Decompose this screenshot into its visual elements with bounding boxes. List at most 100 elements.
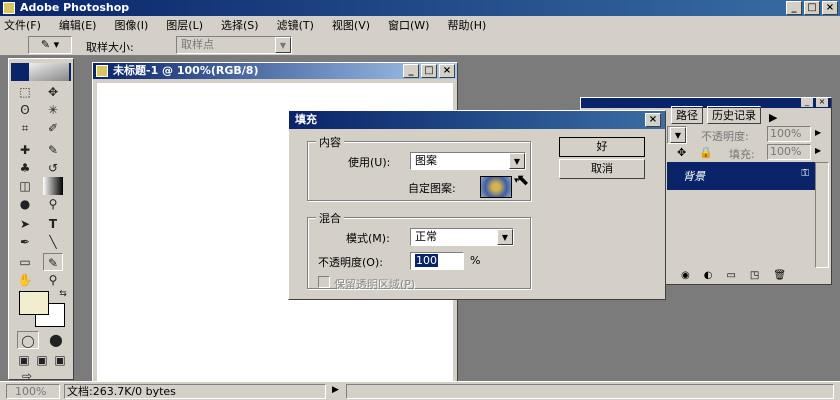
status-info-area — [346, 384, 834, 399]
new-layer-icon[interactable]: ◳ — [750, 270, 759, 284]
type-tool-icon[interactable]: T — [43, 215, 63, 233]
contents-group-label: 内容 — [316, 134, 344, 150]
tool-preset-picker[interactable]: ✎ ▾ — [28, 36, 72, 54]
menu-edit[interactable]: 编辑(E) — [59, 17, 97, 33]
doc-close-button[interactable]: × — [439, 64, 455, 78]
doc-maximize-button[interactable]: □ — [421, 64, 437, 78]
toolbox: ⬚ ✥ ʘ ✳ ⌗ ✐ ✚ ✎ ♣ ↺ ◫ ● ⚲ ➤ T ✒ ╲ ▭ ✎ ✋ … — [8, 58, 74, 383]
opacity-unit: % — [470, 254, 481, 267]
slice-tool-icon[interactable]: ✐ — [43, 119, 63, 137]
ok-button[interactable]: 好 — [559, 137, 645, 157]
menu-window[interactable]: 窗口(W) — [388, 17, 429, 33]
document-info: 文档:263.7K/0 bytes — [64, 384, 326, 399]
doc-minimize-button[interactable]: _ — [403, 64, 419, 78]
menu-filter[interactable]: 滤镜(T) — [277, 17, 314, 33]
menu-help[interactable]: 帮助(H) — [447, 17, 486, 33]
standard-mode-icon[interactable]: ◯ — [17, 331, 39, 349]
eyedropper-tool-icon[interactable]: ✎ — [43, 253, 63, 271]
menu-layer[interactable]: 图层(L) — [166, 17, 203, 33]
gradient-tool-icon[interactable] — [43, 177, 63, 195]
layer-opacity-label: 不透明度: — [701, 130, 749, 143]
healing-brush-tool-icon[interactable]: ✚ — [15, 141, 35, 159]
hand-tool-icon[interactable]: ✋ — [15, 271, 35, 289]
cancel-button[interactable]: 取消 — [559, 159, 645, 179]
magic-wand-tool-icon[interactable]: ✳ — [43, 101, 63, 119]
brush-tool-icon[interactable]: ✎ — [43, 141, 63, 159]
use-value: 图案 — [415, 154, 437, 167]
lock-all-icon[interactable]: 🔒 — [699, 146, 713, 159]
layers-footer: ◉ ◐ ▭ ◳ 🗑 — [667, 270, 829, 284]
chevron-down-icon: ▾ — [53, 38, 60, 51]
opacity-label: 不透明度(O): — [318, 256, 383, 269]
use-select[interactable]: 图案 ▼ — [410, 152, 526, 170]
blur-tool-icon[interactable]: ● — [15, 195, 35, 213]
eyedropper-icon: ✎ — [40, 38, 51, 51]
layer-lock-icon: ⚿ — [801, 168, 809, 179]
move-tool-icon[interactable]: ✥ — [43, 83, 63, 101]
chevron-right-icon: ▶ — [815, 146, 822, 155]
minimize-button[interactable]: _ — [786, 1, 802, 15]
custom-pattern-label: 自定图案: — [408, 182, 456, 195]
foreground-color-swatch-top[interactable] — [19, 291, 49, 315]
history-brush-tool-icon[interactable]: ↺ — [43, 159, 63, 177]
marquee-tool-icon[interactable]: ⬚ — [15, 83, 35, 101]
opacity-input-value: 100 — [415, 254, 438, 267]
tab-history[interactable]: 历史记录 — [707, 106, 761, 124]
menu-file[interactable]: 文件(F) — [4, 17, 41, 33]
chevron-down-icon: ▼ — [497, 229, 513, 245]
layer-fill-value[interactable]: 100% — [767, 144, 811, 160]
stamp-tool-icon[interactable]: ♣ — [15, 159, 35, 177]
zoom-level[interactable]: 100% — [6, 384, 60, 399]
notes-tool-icon[interactable]: ▭ — [15, 253, 35, 271]
delete-layer-icon[interactable]: 🗑 — [773, 270, 786, 284]
photoshop-icon — [3, 2, 15, 14]
screen-mode-full-icon[interactable]: ▣ — [51, 351, 69, 369]
layer-opacity-value[interactable]: 100% — [767, 126, 811, 142]
layers-palette-titlebar: _ × — [581, 98, 831, 108]
mouse-cursor-icon: ⬉ — [516, 170, 530, 189]
layer-fill-label: 填充: — [729, 148, 755, 161]
status-menu-arrow-icon[interactable]: ▶ — [332, 385, 339, 395]
preserve-transparency-label: 保留透明区域(P) — [334, 278, 416, 291]
quick-mask-mode-icon[interactable]: ⬤ — [45, 331, 67, 349]
layer-mask-icon[interactable]: ◐ — [704, 270, 713, 284]
document-icon — [96, 65, 108, 77]
pen-tool-icon[interactable]: ✒ — [15, 233, 35, 251]
palette-minimize-button[interactable]: _ — [801, 98, 813, 107]
layers-scrollbar[interactable] — [815, 162, 829, 268]
pattern-swatch[interactable] — [480, 176, 512, 198]
menu-select[interactable]: 选择(S) — [221, 17, 259, 33]
layer-row-background[interactable]: 背景 ⚿ — [667, 162, 815, 190]
swap-colors-icon[interactable]: ⇆ — [53, 285, 73, 303]
tab-paths[interactable]: 路径 — [671, 106, 703, 124]
path-selection-tool-icon[interactable]: ➤ — [15, 215, 35, 233]
layer-blend-mode-select[interactable]: ▼ — [667, 126, 687, 144]
use-label: 使用(U): — [348, 156, 391, 169]
new-layer-set-icon[interactable]: ▭ — [726, 270, 735, 284]
crop-tool-icon[interactable]: ⌗ — [15, 119, 35, 137]
dialog-close-button[interactable]: × — [645, 113, 661, 127]
maximize-button[interactable]: □ — [804, 1, 820, 15]
menu-image[interactable]: 图像(I) — [114, 17, 148, 33]
sample-size-value: 取样点 — [181, 38, 214, 51]
document-window-controls: _ □ × — [403, 64, 455, 78]
menu-view[interactable]: 视图(V) — [332, 17, 370, 33]
mode-select[interactable]: 正常 ▼ — [410, 228, 514, 246]
preserve-transparency-checkbox[interactable] — [318, 276, 330, 288]
palette-close-button[interactable]: × — [816, 98, 828, 107]
dodge-tool-icon[interactable]: ⚲ — [43, 195, 63, 213]
layer-effects-icon[interactable]: ◉ — [681, 270, 690, 284]
eraser-tool-icon[interactable]: ◫ — [15, 177, 35, 195]
lock-position-icon[interactable]: ✥ — [677, 146, 686, 159]
line-tool-icon[interactable]: ╲ — [43, 233, 63, 251]
app-titlebar: Adobe Photoshop _ □ × — [0, 0, 840, 16]
lasso-tool-icon[interactable]: ʘ — [15, 101, 35, 119]
close-button[interactable]: × — [822, 1, 838, 15]
feather-icon — [29, 63, 69, 81]
opacity-input[interactable]: 100 — [410, 252, 464, 270]
palette-menu-icon[interactable]: ▶ — [769, 111, 777, 124]
options-bar: ✎ ▾ 取样大小: 取样点 ▼ — [0, 34, 840, 56]
status-bar: 100% 文档:263.7K/0 bytes ▶ — [0, 381, 840, 400]
sample-size-select[interactable]: 取样点 ▼ — [176, 36, 292, 54]
window-controls: _ □ × — [786, 1, 838, 15]
